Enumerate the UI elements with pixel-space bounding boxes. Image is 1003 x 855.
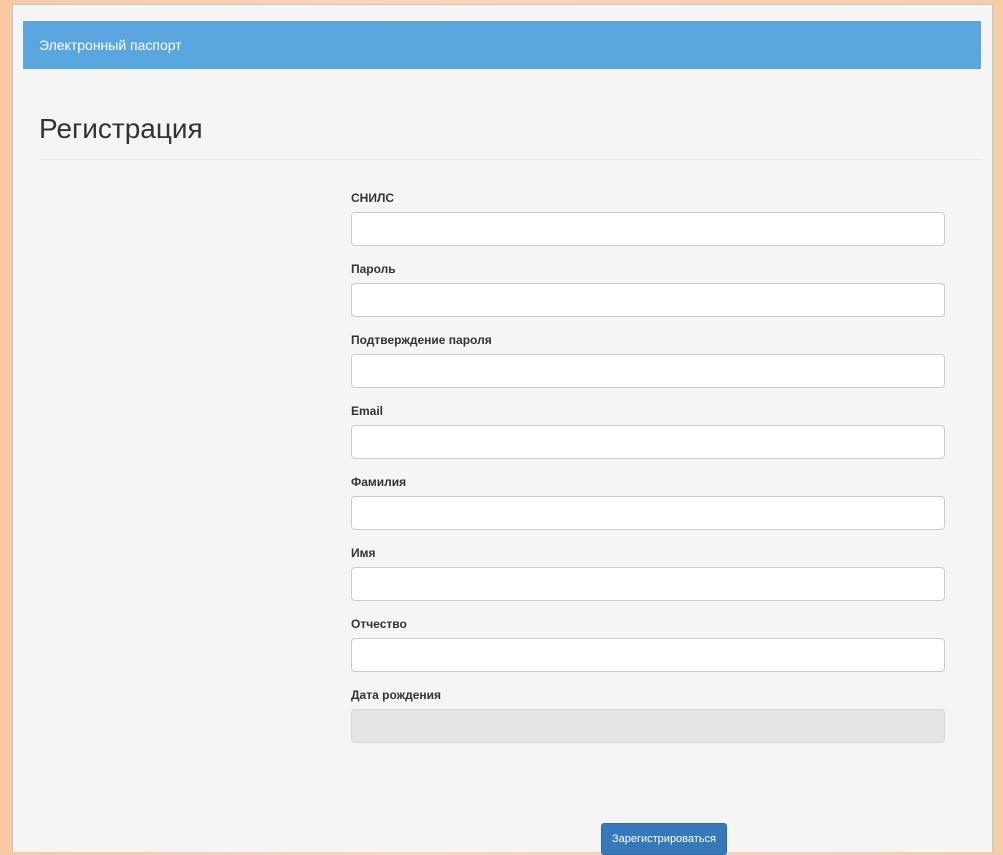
submit-row: Зарегистрироваться bbox=[351, 823, 945, 855]
top-navbar: Электронный паспорт bbox=[23, 21, 981, 69]
patronymic-input[interactable] bbox=[351, 638, 945, 672]
last-name-field-group: Фамилия bbox=[351, 475, 945, 530]
birth-date-label: Дата рождения bbox=[351, 688, 442, 702]
page-frame: Электронный паспорт Регистрация СНИЛС Па… bbox=[12, 4, 993, 855]
email-input[interactable] bbox=[351, 425, 945, 459]
first-name-input[interactable] bbox=[351, 567, 945, 601]
birth-date-field-group: Дата рождения bbox=[351, 688, 945, 743]
patronymic-field-group: Отчество bbox=[351, 617, 945, 672]
password-confirm-input[interactable] bbox=[351, 354, 945, 388]
snils-label: СНИЛС bbox=[351, 191, 395, 205]
first-name-field-group: Имя bbox=[351, 546, 945, 601]
register-button[interactable]: Зарегистрироваться bbox=[600, 823, 727, 855]
snils-input[interactable] bbox=[351, 212, 945, 246]
first-name-label: Имя bbox=[351, 546, 376, 560]
title-divider bbox=[39, 159, 981, 160]
birth-date-input[interactable] bbox=[351, 709, 945, 743]
password-confirm-field-group: Подтверждение пароля bbox=[351, 333, 945, 388]
email-label: Email bbox=[351, 404, 384, 418]
email-field-group: Email bbox=[351, 404, 945, 459]
password-confirm-label: Подтверждение пароля bbox=[351, 333, 492, 347]
registration-form: СНИЛС Пароль Подтверждение пароля Email … bbox=[351, 191, 945, 855]
password-input[interactable] bbox=[351, 283, 945, 317]
brand-link[interactable]: Электронный паспорт bbox=[39, 37, 182, 53]
last-name-input[interactable] bbox=[351, 496, 945, 530]
last-name-label: Фамилия bbox=[351, 475, 407, 489]
patronymic-label: Отчество bbox=[351, 617, 407, 631]
snils-field-group: СНИЛС bbox=[351, 191, 945, 246]
password-field-group: Пароль bbox=[351, 262, 945, 317]
page-title: Регистрация bbox=[39, 113, 203, 144]
password-label: Пароль bbox=[351, 262, 396, 276]
